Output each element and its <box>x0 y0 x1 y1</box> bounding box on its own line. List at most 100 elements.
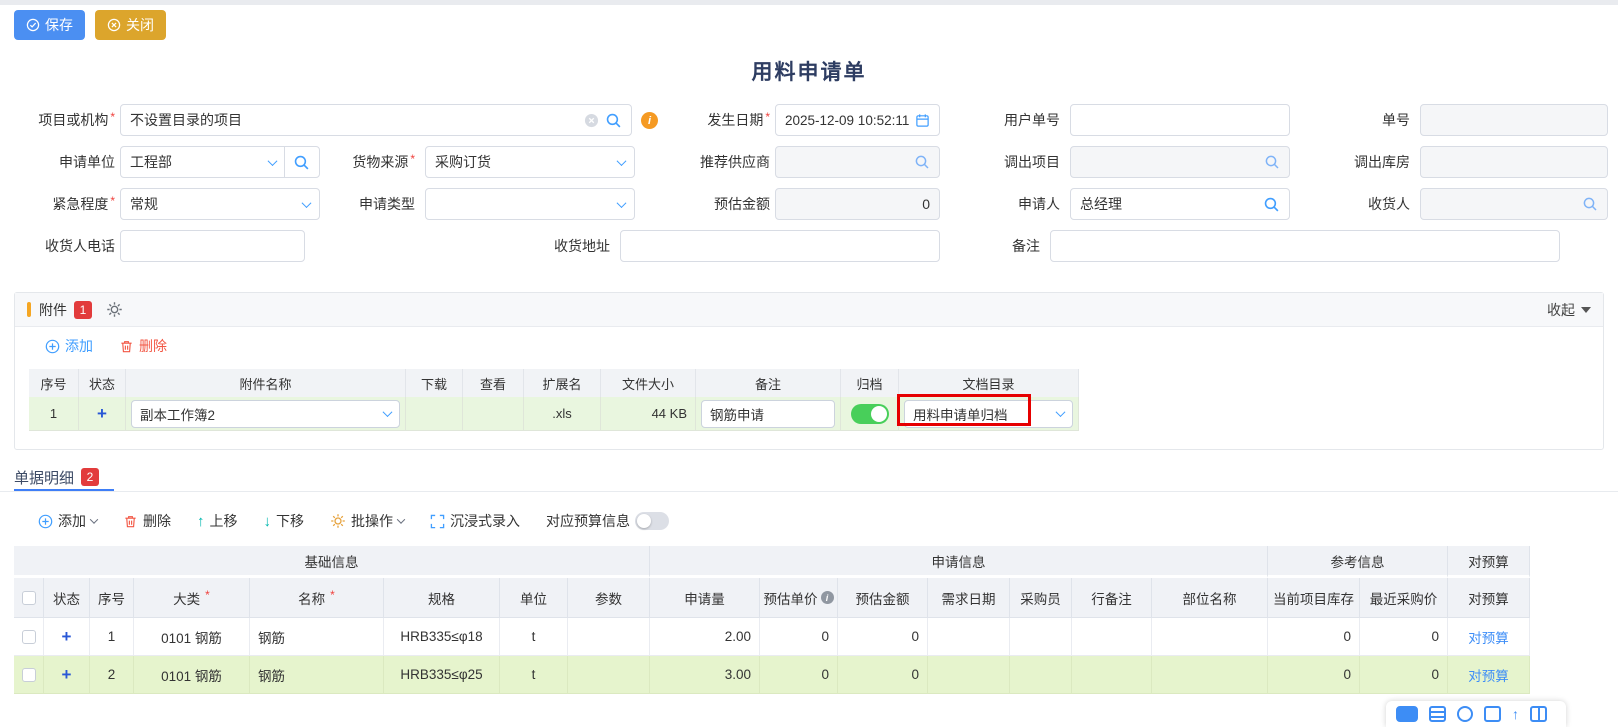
grid-icon[interactable] <box>1530 706 1547 722</box>
name-cell[interactable]: 钢筋 <box>250 656 384 694</box>
col-header: 文件大小 <box>601 369 696 397</box>
est-amount-label: 预估金额 <box>655 188 770 220</box>
plus-status-icon[interactable]: + <box>62 628 72 645</box>
seq-cell: 2 <box>90 656 134 694</box>
collapse-control[interactable]: 收起 <box>1547 300 1591 320</box>
col-header: 规格 <box>384 578 500 618</box>
list-icon[interactable] <box>1429 706 1446 722</box>
column-header-row: 状态 序号 大类* 名称* 规格 单位 参数 申请量 预估单价i 预估金额 需求… <box>14 578 1530 618</box>
section-marker <box>27 302 31 317</box>
name-cell[interactable]: 钢筋 <box>250 618 384 656</box>
attachment-add-button[interactable]: 添加 <box>45 336 93 356</box>
line-remark-cell[interactable] <box>1072 656 1152 694</box>
archive-cell <box>841 397 899 431</box>
clear-icon[interactable] <box>584 113 599 128</box>
applicant-field[interactable]: 总经理 <box>1070 188 1290 220</box>
group-application: 申请信息 <box>650 546 1268 578</box>
line-remark-cell[interactable] <box>1072 618 1152 656</box>
col-header: 需求日期 <box>928 578 1010 618</box>
doc-dir-select[interactable]: 用料申请单归档 <box>904 400 1073 428</box>
attachment-delete-button[interactable]: 删除 <box>119 336 167 356</box>
immersive-entry-button[interactable]: 沉浸式录入 <box>430 511 520 531</box>
collapse-label: 收起 <box>1547 300 1575 320</box>
move-up-button[interactable]: ↑ 上移 <box>197 511 238 531</box>
part-name-cell[interactable] <box>1152 618 1268 656</box>
tab-detail[interactable]: 单据明细 2 <box>14 464 99 490</box>
chevron-down-icon <box>90 515 98 523</box>
gear-icon[interactable] <box>106 301 123 318</box>
consignee-field <box>1420 188 1608 220</box>
apply-unit-combo[interactable]: 工程部 <box>120 146 320 178</box>
budget-info-toggle[interactable] <box>635 512 669 530</box>
doc-no-field <box>1420 104 1608 136</box>
search-icon[interactable] <box>605 112 622 129</box>
chevron-down-icon[interactable] <box>617 156 627 166</box>
search-icon[interactable] <box>914 154 930 170</box>
need-date-cell[interactable] <box>928 656 1010 694</box>
move-down-button[interactable]: ↓ 下移 <box>264 511 305 531</box>
save-button[interactable]: 保存 <box>14 10 85 40</box>
goods-source-select[interactable]: 采购订货 <box>425 146 635 178</box>
spec-cell[interactable]: HRB335≤φ18 <box>384 618 500 656</box>
detail-delete-button[interactable]: 删除 <box>123 511 171 531</box>
attachment-name-select[interactable]: 副本工作簿2 <box>131 400 400 428</box>
document-icon[interactable] <box>1484 706 1501 722</box>
unit-cell[interactable]: t <box>500 656 568 694</box>
remark-cell: 钢筋申请 <box>696 397 841 431</box>
spec-cell[interactable]: HRB335≤φ25 <box>384 656 500 694</box>
batch-ops-button[interactable]: 批操作 <box>330 511 404 531</box>
search-icon[interactable] <box>1582 196 1598 212</box>
est-price-cell[interactable]: 0 <box>760 618 838 656</box>
chevron-down-icon[interactable] <box>268 156 278 166</box>
date-field[interactable]: 2025-12-09 10:52:11 <box>775 104 940 136</box>
row-checkbox[interactable] <box>22 630 36 644</box>
close-button[interactable]: 关闭 <box>95 10 166 40</box>
phone-field[interactable] <box>120 230 305 262</box>
param-cell[interactable] <box>568 618 650 656</box>
user-no-field[interactable] <box>1070 104 1290 136</box>
view-cell[interactable] <box>463 397 524 431</box>
info-icon[interactable]: i <box>821 591 834 604</box>
project-field[interactable]: 不设置目录的项目 <box>120 104 632 136</box>
budget-cell: 对预算 <box>1448 618 1530 656</box>
budget-link[interactable]: 对预算 <box>1468 665 1509 685</box>
est-price-cell[interactable]: 0 <box>760 656 838 694</box>
urgency-select[interactable]: 常规 <box>120 188 320 220</box>
remark-field[interactable] <box>1050 230 1560 262</box>
arrow-up-icon[interactable]: ↑ <box>1512 706 1519 722</box>
search-icon[interactable] <box>1263 196 1280 213</box>
x-circle-icon <box>107 18 121 32</box>
attachment-remark-input[interactable]: 钢筋申请 <box>701 400 835 428</box>
gear-icon <box>330 513 346 529</box>
plus-status-icon[interactable]: + <box>97 405 107 422</box>
need-date-cell[interactable] <box>928 618 1010 656</box>
buyer-cell[interactable] <box>1010 618 1072 656</box>
archive-toggle[interactable] <box>851 404 889 424</box>
category-cell[interactable]: 0101 钢筋 <box>134 656 250 694</box>
address-field[interactable] <box>620 230 940 262</box>
download-cell[interactable] <box>406 397 463 431</box>
circle-tool-icon[interactable] <box>1457 706 1473 722</box>
detail-add-button[interactable]: 添加 <box>38 511 97 531</box>
detail-count-badge: 2 <box>81 468 99 486</box>
select-all-checkbox[interactable] <box>22 591 36 605</box>
doc-no-label: 单号 <box>1295 104 1410 136</box>
category-cell[interactable]: 0101 钢筋 <box>134 618 250 656</box>
part-name-cell[interactable] <box>1152 656 1268 694</box>
apply-type-select[interactable] <box>425 188 635 220</box>
search-icon[interactable] <box>1264 154 1280 170</box>
plus-status-icon[interactable]: + <box>62 666 72 683</box>
param-cell[interactable] <box>568 656 650 694</box>
budget-link[interactable]: 对预算 <box>1468 627 1509 647</box>
unit-cell[interactable]: t <box>500 618 568 656</box>
chevron-down-icon[interactable] <box>617 198 627 208</box>
buyer-cell[interactable] <box>1010 656 1072 694</box>
out-warehouse-field <box>1420 146 1608 178</box>
seq-cell: 1 <box>29 397 79 431</box>
qty-cell[interactable]: 2.00 <box>650 618 760 656</box>
table-view-icon[interactable] <box>1396 706 1418 722</box>
calendar-icon[interactable] <box>915 113 930 128</box>
row-checkbox[interactable] <box>22 668 36 682</box>
col-header: 预估单价i <box>760 578 838 618</box>
qty-cell[interactable]: 3.00 <box>650 656 760 694</box>
